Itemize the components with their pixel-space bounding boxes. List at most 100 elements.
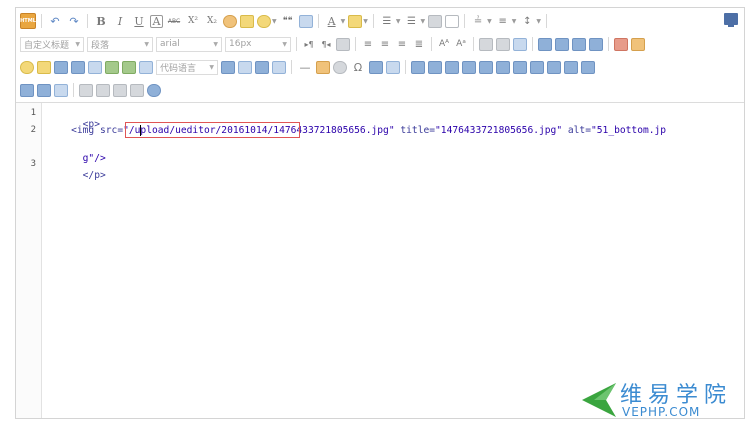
background-icon[interactable] bbox=[238, 60, 252, 74]
deletecol-icon[interactable] bbox=[513, 60, 527, 74]
chevron-down-icon[interactable]: ▼ bbox=[512, 18, 517, 25]
chevron-down-icon[interactable]: ▼ bbox=[536, 18, 541, 25]
chevron-down-icon[interactable]: ▼ bbox=[396, 18, 401, 25]
emotion-icon[interactable] bbox=[20, 60, 34, 74]
font-size-value: 16px bbox=[229, 39, 252, 49]
simpleupload-icon[interactable] bbox=[614, 37, 628, 51]
preview-icon[interactable] bbox=[96, 83, 110, 97]
mergedown-icon[interactable] bbox=[564, 60, 578, 74]
format-brush-icon[interactable] bbox=[240, 14, 254, 28]
splittocells-icon[interactable] bbox=[581, 60, 595, 74]
gmap-icon[interactable] bbox=[122, 60, 136, 74]
subscript-button[interactable]: X₂ bbox=[204, 13, 220, 29]
searchreplace-icon[interactable] bbox=[113, 83, 127, 97]
image-none-icon[interactable] bbox=[538, 37, 552, 51]
insertframe-icon[interactable] bbox=[139, 60, 153, 74]
lineheight-icon[interactable]: ↕ bbox=[519, 13, 535, 29]
autotypeset-icon[interactable] bbox=[257, 14, 271, 28]
chevron-down-icon[interactable]: ▼ bbox=[341, 18, 346, 25]
deletetable-icon[interactable] bbox=[428, 60, 442, 74]
toolbar-row-1: HTML ↶ ↷ B I U A ABC X² X₂ ▼ ❝❝ A ▼ ▼ ☰ … bbox=[20, 12, 549, 30]
image-left-icon[interactable] bbox=[555, 37, 569, 51]
image-center-icon[interactable] bbox=[589, 37, 603, 51]
template-icon[interactable] bbox=[221, 60, 235, 74]
redo-icon[interactable]: ↷ bbox=[66, 13, 82, 29]
wordimage-icon[interactable] bbox=[386, 60, 400, 74]
help-icon[interactable] bbox=[147, 83, 161, 97]
anchor-icon[interactable] bbox=[513, 37, 527, 51]
insertcol-icon[interactable] bbox=[496, 60, 510, 74]
blockquote-button[interactable]: ❝❝ bbox=[280, 13, 296, 29]
insertimage-icon[interactable] bbox=[631, 37, 645, 51]
date-icon[interactable] bbox=[316, 60, 330, 74]
eraser-icon[interactable] bbox=[223, 14, 237, 28]
horizontal-rule-icon[interactable]: — bbox=[297, 59, 313, 75]
toolbar-row-2: 自定义标题 ▼ 段落 ▼ arial ▼ 16px ▼ ▸¶ ¶◂ ≡ ≡ ≡ ≣ Aᴬ… bbox=[20, 35, 645, 53]
insertparagraphbeforetable-icon[interactable] bbox=[445, 60, 459, 74]
separator bbox=[405, 60, 406, 74]
rtl-direction-icon[interactable]: ¶◂ bbox=[319, 36, 333, 52]
forecolor-button[interactable]: A bbox=[324, 13, 340, 29]
paragraph-select[interactable]: 段落 ▼ bbox=[87, 36, 153, 52]
paragraph-spacing-bottom-icon[interactable]: ≡ bbox=[495, 13, 511, 29]
font-family-select[interactable]: arial ▼ bbox=[156, 36, 222, 52]
map-icon[interactable] bbox=[105, 60, 119, 74]
link-icon[interactable] bbox=[479, 37, 493, 51]
code-language-select[interactable]: 代码语言 ▼ bbox=[156, 59, 218, 75]
pagebreak-icon[interactable] bbox=[255, 60, 269, 74]
chevron-down-icon[interactable]: ▼ bbox=[421, 18, 426, 25]
mergeright-icon[interactable] bbox=[547, 60, 561, 74]
insertrow-icon[interactable] bbox=[462, 60, 476, 74]
bold-button[interactable]: B bbox=[93, 13, 109, 29]
selectall-icon[interactable] bbox=[428, 14, 443, 28]
superscript-button[interactable]: X² bbox=[185, 13, 201, 29]
font-size-select[interactable]: 16px ▼ bbox=[225, 36, 291, 52]
music-icon[interactable] bbox=[71, 60, 85, 74]
backcolor-icon[interactable] bbox=[348, 14, 363, 28]
justify-left-icon[interactable]: ≡ bbox=[361, 36, 375, 52]
print-icon[interactable] bbox=[79, 83, 93, 97]
horizontal-icon[interactable] bbox=[272, 60, 286, 74]
mergecells-icon[interactable] bbox=[530, 60, 544, 74]
charts-icon[interactable] bbox=[54, 83, 68, 97]
unlink-icon[interactable] bbox=[496, 37, 510, 51]
chevron-down-icon: ▼ bbox=[209, 63, 214, 71]
paragraph-spacing-top-icon[interactable]: ≟ bbox=[470, 13, 486, 29]
spechars-icon[interactable]: Ω bbox=[350, 59, 366, 75]
chevron-down-icon[interactable]: ▼ bbox=[363, 18, 368, 25]
pasteplain-icon[interactable] bbox=[298, 14, 313, 28]
fontborder-button[interactable]: A bbox=[150, 14, 163, 28]
tolowercase-icon[interactable]: Aᵃ bbox=[454, 36, 468, 52]
justify-right-icon[interactable]: ≡ bbox=[395, 36, 409, 52]
inserttable-icon[interactable] bbox=[411, 60, 425, 74]
unordered-list-icon[interactable]: ☰ bbox=[404, 13, 420, 29]
deleterow-icon[interactable] bbox=[479, 60, 493, 74]
attachment-icon[interactable] bbox=[88, 60, 102, 74]
ltr-direction-icon[interactable]: ▸¶ bbox=[302, 36, 316, 52]
custom-style-select[interactable]: 自定义标题 ▼ bbox=[20, 36, 84, 52]
undo-icon[interactable]: ↶ bbox=[47, 13, 63, 29]
justify-center-icon[interactable]: ≡ bbox=[378, 36, 392, 52]
chevron-down-icon[interactable]: ▼ bbox=[272, 18, 277, 25]
splittorows-icon[interactable] bbox=[20, 83, 34, 97]
drafts-icon[interactable] bbox=[130, 83, 144, 97]
strikethrough-button[interactable]: ABC bbox=[166, 13, 182, 29]
splittocols-icon[interactable] bbox=[37, 83, 51, 97]
cleardoc-icon[interactable] bbox=[445, 14, 460, 28]
source-code-area[interactable]: 1 2 3 <p> <img src="/upload/ueditor/2016… bbox=[16, 103, 744, 418]
snapscreen-icon[interactable] bbox=[369, 60, 383, 74]
touppercase-icon[interactable]: Aᴬ bbox=[437, 36, 451, 52]
justify-full-icon[interactable]: ≣ bbox=[412, 36, 426, 52]
indent-icon[interactable] bbox=[336, 37, 350, 51]
fullscreen-icon[interactable] bbox=[724, 13, 738, 27]
ordered-list-icon[interactable]: ☰ bbox=[379, 13, 395, 29]
code-line-3: </p> bbox=[48, 159, 106, 192]
italic-button[interactable]: I bbox=[112, 13, 128, 29]
underline-button[interactable]: U bbox=[131, 13, 147, 29]
scrawl-icon[interactable] bbox=[37, 60, 51, 74]
chevron-down-icon[interactable]: ▼ bbox=[487, 18, 492, 25]
source-html-button[interactable]: HTML bbox=[20, 13, 36, 29]
time-icon[interactable] bbox=[333, 60, 347, 74]
image-right-icon[interactable] bbox=[572, 37, 586, 51]
insertvideo-icon[interactable] bbox=[54, 60, 68, 74]
